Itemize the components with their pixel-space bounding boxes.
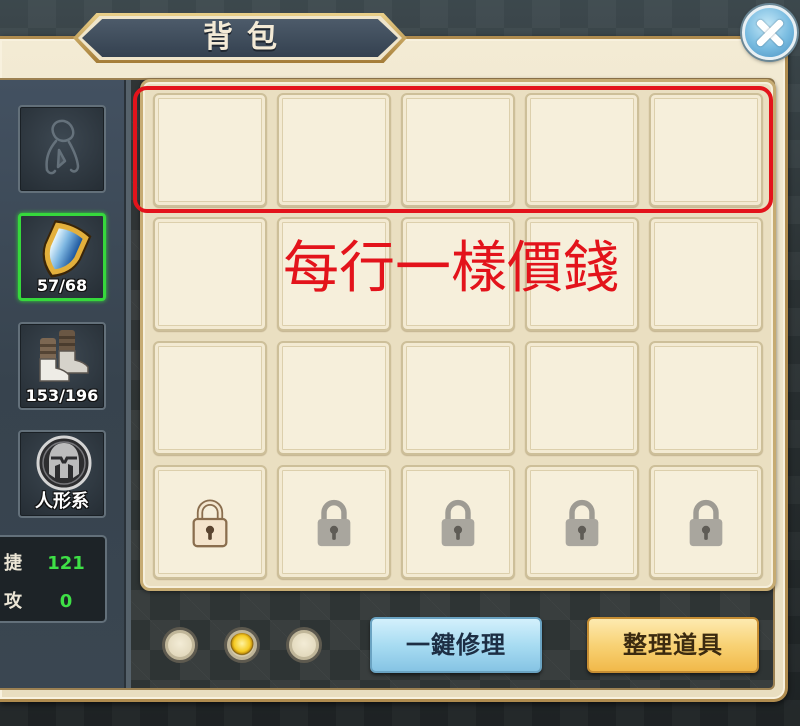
lock-icon (190, 499, 230, 548)
page-dot-3[interactable] (286, 627, 322, 663)
title-banner: 背包 (73, 13, 407, 63)
repair-all-button[interactable]: 一鍵修理 (370, 617, 542, 673)
annotation-note: 每行一樣價錢 (283, 236, 619, 301)
stat-value: 121 (47, 553, 85, 574)
equipment-slot-armor[interactable]: 57/68 (18, 213, 106, 301)
page-dot-1[interactable] (162, 627, 198, 663)
stat-name: 捷 (4, 553, 22, 574)
stats-box: 捷 121 攻 0 (0, 535, 107, 623)
amulet-icon (34, 116, 90, 184)
boots-durability-label: 153/196 (25, 386, 99, 405)
inventory-slot[interactable] (153, 341, 267, 455)
annotation-row-highlight (133, 86, 773, 213)
lock-icon (686, 499, 726, 548)
inventory-slot[interactable] (153, 217, 267, 331)
close-button[interactable] (742, 5, 797, 60)
inventory-slot[interactable] (277, 341, 391, 455)
race-type-label: 人形系 (35, 491, 89, 512)
inventory-slot-locked[interactable] (525, 465, 639, 579)
lock-icon (562, 499, 602, 548)
lock-icon (314, 499, 354, 548)
inventory-slot[interactable] (649, 217, 763, 331)
sort-items-button[interactable]: 整理道具 (587, 617, 759, 673)
stat-value: 0 (59, 591, 73, 612)
inventory-slot-locked[interactable] (649, 465, 763, 579)
stat-row: 攻 0 (0, 589, 105, 615)
page-dot-2[interactable] (224, 627, 260, 663)
equipment-slot-accessory[interactable] (18, 105, 106, 193)
boots-icon (31, 327, 95, 387)
inventory-slot[interactable] (525, 341, 639, 455)
inventory-slot[interactable] (649, 341, 763, 455)
stat-row: 捷 121 (0, 551, 105, 577)
race-type-slot[interactable]: 人形系 (18, 430, 106, 518)
inventory-slot-locked[interactable] (277, 465, 391, 579)
stat-name: 攻 (4, 591, 22, 612)
page-indicator (162, 627, 322, 663)
window-title: 背包 (203, 20, 291, 55)
equipment-sidebar: 57/68 153/196 人形系 捷 121 攻 0 (0, 80, 131, 688)
lock-icon (438, 499, 478, 548)
armor-durability-label: 57/68 (36, 276, 88, 295)
close-icon (745, 8, 794, 57)
inventory-slot-locked[interactable] (401, 465, 515, 579)
inventory-slot[interactable] (401, 341, 515, 455)
inventory-slot-locked[interactable] (153, 465, 267, 579)
equipment-slot-boots[interactable]: 153/196 (18, 322, 106, 410)
